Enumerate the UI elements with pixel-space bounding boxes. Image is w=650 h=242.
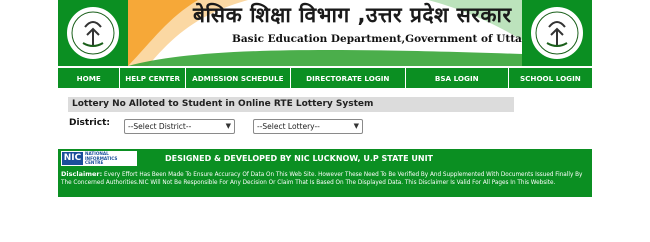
chevron-down-icon: ▼ [353,122,359,130]
nav-directorate-login[interactable]: DIRECTORATE LOGIN [291,68,406,88]
disclaimer-text: Every Effort Has Been Made To Ensure Acc… [61,172,583,186]
district-select[interactable]: --Select District-- ▼ [124,119,235,134]
nav-help-center[interactable]: HELP CENTER [120,68,186,88]
nic-logo-mark: NIC [62,152,83,165]
up-state-emblem-icon [529,5,585,61]
nav-bsa-login[interactable]: BSA LOGIN [406,68,509,88]
district-label: District: [69,118,110,128]
designed-by-text: DESIGNED & DEVELOPED BY NIC LUCKNOW, U.P… [165,154,434,163]
disclaimer: Disclaimer: Every Effort Has Been Made T… [58,169,592,197]
nic-logo-text: NATIONAL INFORMATICS CENTRE [85,151,118,165]
nav-home[interactable]: HOME [58,68,121,88]
hindi-title: बेसिक शिक्षा विभाग ,उत्तर प्रदेश सरकार [193,3,512,27]
footer-credits-bar: NIC NATIONAL INFORMATICS CENTRE DESIGNED… [58,149,592,169]
main-nav: HOME HELP CENTER ADMISSION SCHEDULE DIRE… [58,67,592,88]
header-banner: बेसिक शिक्षा विभाग ,उत्तर प्रदेश सरकार B… [58,0,592,66]
up-state-emblem-icon [65,5,121,61]
english-title: Basic Education Department,Government of… [232,33,579,45]
nic-logo: NIC NATIONAL INFORMATICS CENTRE [61,151,137,166]
nav-school-login[interactable]: SCHOOL LOGIN [509,68,592,88]
lottery-select[interactable]: --Select Lottery-- ▼ [253,119,363,134]
disclaimer-label: Disclaimer: [61,170,103,178]
nav-admission-schedule[interactable]: ADMISSION SCHEDULE [186,68,291,88]
district-select-value: --Select District-- [128,122,192,131]
left-emblem-box [58,0,128,66]
page: बेसिक शिक्षा विभाग ,उत्तर प्रदेश सरकार B… [58,0,592,242]
lottery-select-value: --Select Lottery-- [257,122,320,131]
lottery-notice-heading: Lottery No Alloted to Student in Online … [68,97,514,112]
chevron-down-icon: ▼ [225,122,231,130]
right-emblem-box [522,0,592,66]
